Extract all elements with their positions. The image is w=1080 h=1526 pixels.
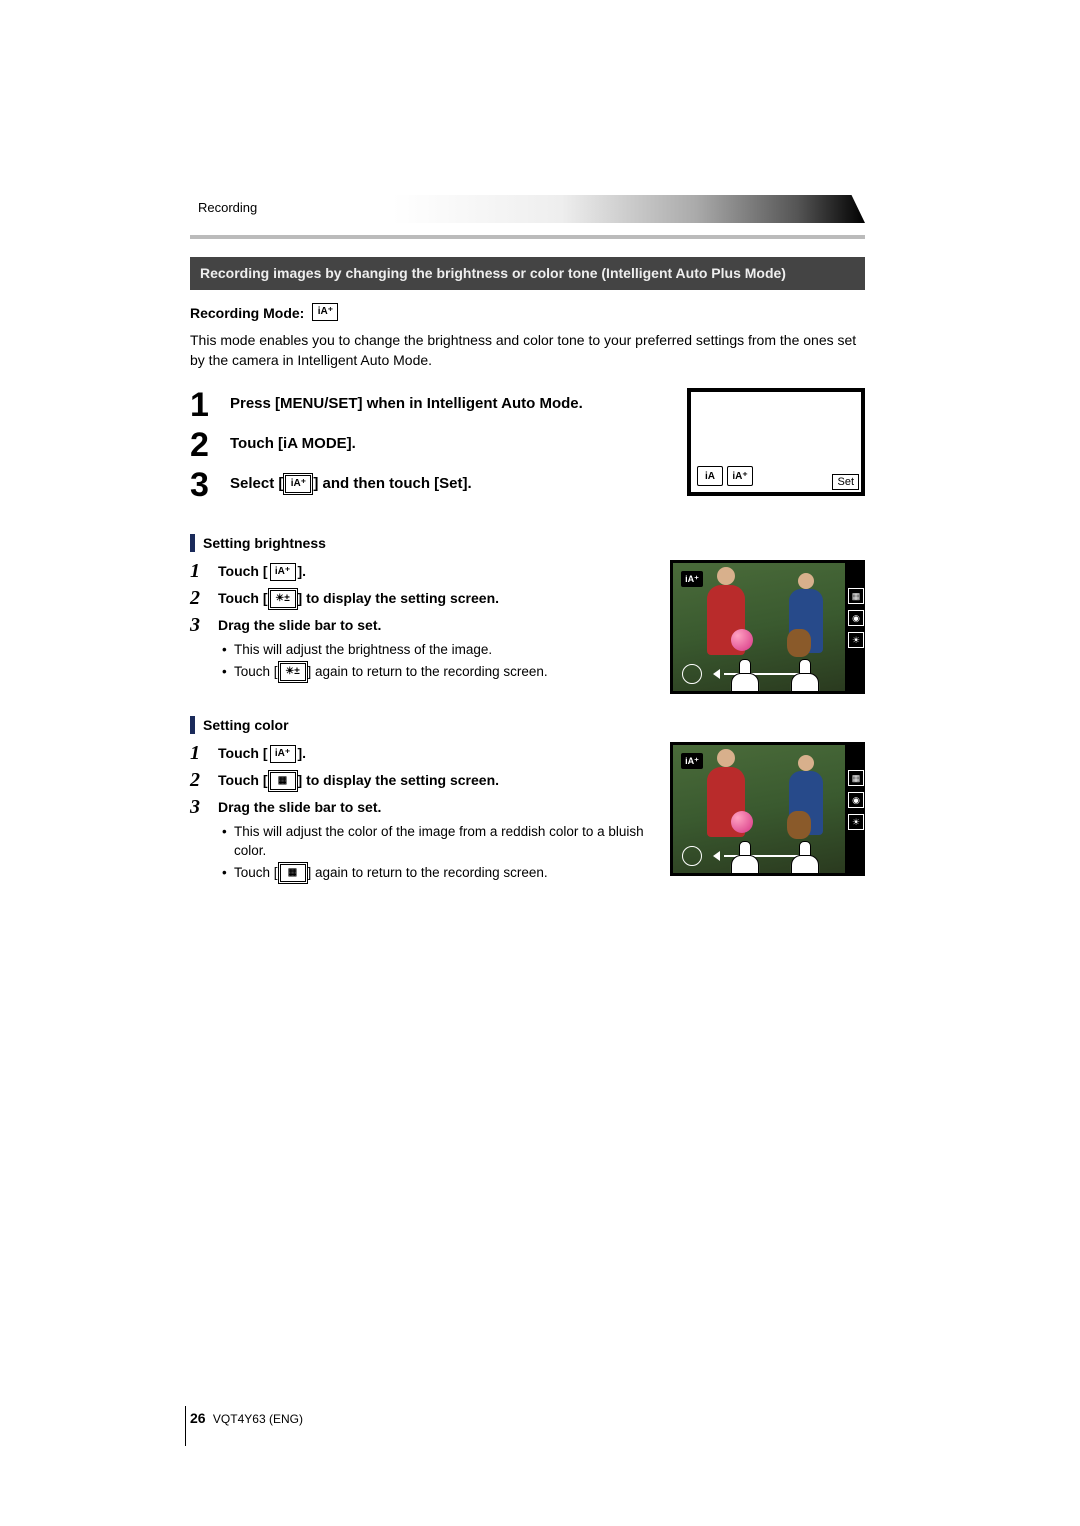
step-number: 2 <box>190 428 218 462</box>
substep-text: Touch [iA⁺]. <box>218 560 652 581</box>
defocus-icon: ◉ <box>848 610 864 626</box>
brightness-step-1: 1 Touch [iA⁺]. <box>190 560 652 583</box>
mode-badge: iA⁺ <box>681 571 703 587</box>
side-icon-strip: ▦ ◉ ☀ <box>848 770 862 830</box>
hand-pointer-icon <box>721 839 765 873</box>
step-suffix: ] and then touch [Set]. <box>313 475 471 492</box>
color-step-2: 2 Touch [▦] to display the setting scree… <box>190 769 652 792</box>
color-step-3: 3 Drag the slide bar to set. <box>190 796 652 819</box>
header-gradient <box>190 195 865 223</box>
ia-plus-icon: iA⁺ <box>270 745 296 763</box>
substep-number: 1 <box>190 742 208 765</box>
step-prefix: Select [ <box>230 475 283 492</box>
figure-color: iA⁺ ▦ ◉ ☀ <box>670 742 865 876</box>
bullet: This will adjust the brightness of the i… <box>222 641 652 660</box>
bullet: This will adjust the color of the image … <box>222 823 652 861</box>
brightness-icon: ☀ <box>848 814 864 830</box>
arrow-left-icon <box>706 669 720 679</box>
defocus-icon: ◉ <box>848 792 864 808</box>
step-3: 3 Select [iA⁺] and then touch [Set]. <box>190 468 667 502</box>
page-header: Recording <box>190 195 865 229</box>
bullet: Touch [▦] again to return to the recordi… <box>222 864 652 883</box>
color-step-1: 1 Touch [iA⁺]. <box>190 742 652 765</box>
step-1: 1 Press [MENU/SET] when in Intelligent A… <box>190 388 667 422</box>
substep-number: 3 <box>190 614 208 637</box>
substep-number: 2 <box>190 769 208 792</box>
color-icon: ▦ <box>280 864 306 882</box>
heading-text: Setting brightness <box>203 535 326 551</box>
page-footer: 26 VQT4Y63 (ENG) <box>190 1410 303 1426</box>
step-text: Select [iA⁺] and then touch [Set]. <box>230 468 667 494</box>
color-bullets: This will adjust the color of the image … <box>222 823 652 883</box>
ia-plus-icon: iA⁺ <box>270 563 296 581</box>
color-icon: ▦ <box>270 772 296 790</box>
hand-pointer-icon <box>781 839 825 873</box>
figure-brightness: iA⁺ ▦ ◉ ☀ <box>670 560 865 694</box>
substep-number: 3 <box>190 796 208 819</box>
brightness-icon: ☀ <box>848 632 864 648</box>
heading-bar-icon <box>190 716 195 734</box>
slider-handle-icon <box>682 846 702 866</box>
step-number: 3 <box>190 468 218 502</box>
substep-number: 2 <box>190 587 208 610</box>
brightness-block: 1 Touch [iA⁺]. 2 Touch [☀±] to display t… <box>190 560 865 694</box>
side-icon-strip: ▦ ◉ ☀ <box>848 588 862 648</box>
set-button-label: Set <box>832 474 859 490</box>
brightness-bullets: This will adjust the brightness of the i… <box>222 641 652 682</box>
hand-pointer-icon <box>781 657 825 691</box>
figure-mode-select: iA iA⁺ Set <box>687 388 865 508</box>
ia-plus-icon: iA⁺ <box>727 466 753 486</box>
color-block: 1 Touch [iA⁺]. 2 Touch [▦] to display th… <box>190 742 865 886</box>
page-number: 26 <box>190 1410 206 1426</box>
substep-text: Touch [☀±] to display the setting screen… <box>218 587 652 608</box>
step-text: Touch [iA MODE]. <box>230 428 667 454</box>
recording-mode-label: Recording Mode: <box>190 305 304 321</box>
bullet: Touch [☀±] again to return to the record… <box>222 663 652 682</box>
color-icon: ▦ <box>848 770 864 786</box>
ia-icon: iA <box>697 466 723 486</box>
substep-text: Drag the slide bar to set. <box>218 796 652 815</box>
arrow-left-icon <box>706 851 720 861</box>
step-2: 2 Touch [iA MODE]. <box>190 428 667 462</box>
brightness-heading: Setting brightness <box>190 534 865 552</box>
section-title: Recording images by changing the brightn… <box>190 257 865 290</box>
brightness-step-2: 2 Touch [☀±] to display the setting scre… <box>190 587 652 610</box>
brightness-icon: ☀± <box>270 590 296 608</box>
hand-pointer-icon <box>721 657 765 691</box>
substep-number: 1 <box>190 560 208 583</box>
slider-handle-icon <box>682 664 702 684</box>
header-underline <box>190 235 865 239</box>
color-icon: ▦ <box>848 588 864 604</box>
doc-id: VQT4Y63 (ENG) <box>213 1412 303 1426</box>
heading-text: Setting color <box>203 717 289 733</box>
footer-rule <box>185 1406 186 1446</box>
breadcrumb: Recording <box>198 200 257 215</box>
brightness-step-3: 3 Drag the slide bar to set. <box>190 614 652 637</box>
mode-badge: iA⁺ <box>681 753 703 769</box>
color-heading: Setting color <box>190 716 865 734</box>
heading-bar-icon <box>190 534 195 552</box>
substep-text: Drag the slide bar to set. <box>218 614 652 633</box>
recording-mode-line: Recording Mode: iA⁺ <box>190 304 865 322</box>
step-number: 1 <box>190 388 218 422</box>
ia-plus-icon: iA⁺ <box>285 475 311 493</box>
main-steps-block: 1 Press [MENU/SET] when in Intelligent A… <box>190 388 865 508</box>
ia-plus-icon: iA⁺ <box>312 303 338 321</box>
substep-text: Touch [iA⁺]. <box>218 742 652 763</box>
brightness-icon: ☀± <box>280 663 306 681</box>
substep-text: Touch [▦] to display the setting screen. <box>218 769 652 790</box>
step-text: Press [MENU/SET] when in Intelligent Aut… <box>230 388 667 414</box>
intro-paragraph: This mode enables you to change the brig… <box>190 330 865 371</box>
